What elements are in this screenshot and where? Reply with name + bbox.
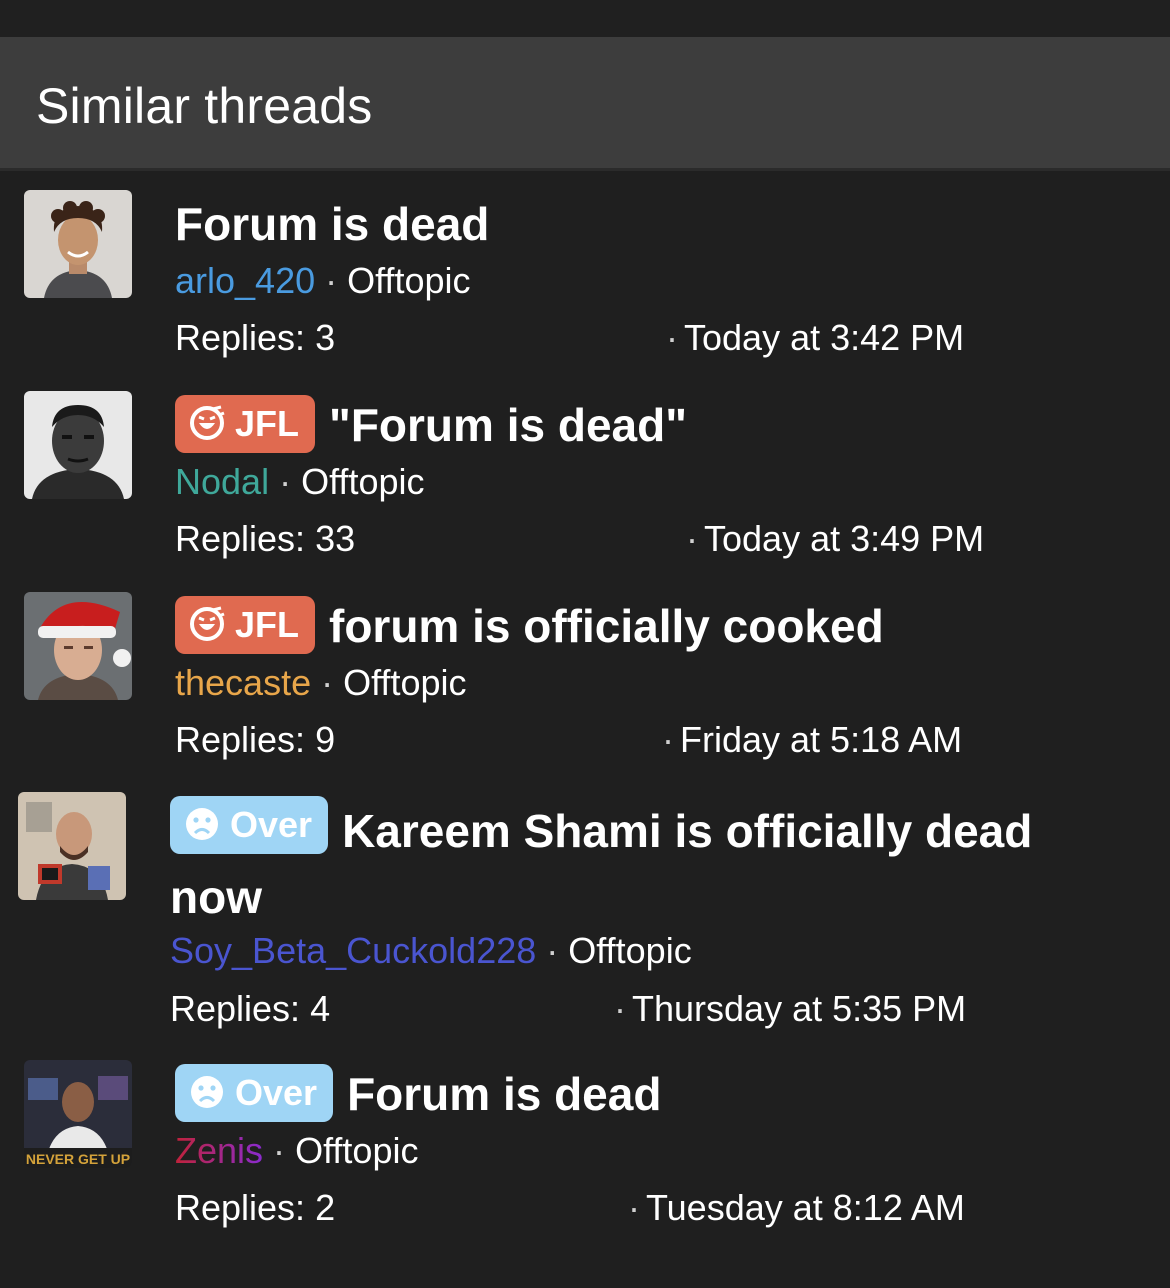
- thread-replies: Replies: 33: [175, 518, 356, 559]
- avatar[interactable]: [24, 391, 132, 499]
- label-jfl[interactable]: JFL: [175, 395, 316, 453]
- thread-author[interactable]: arlo_420: [175, 260, 315, 301]
- thread-date-text: Today at 3:49 PM: [704, 518, 985, 559]
- label-over[interactable]: Over: [170, 796, 329, 854]
- svg-text:NEVER GET UP: NEVER GET UP: [26, 1151, 130, 1167]
- thread-title[interactable]: Over Kareem Shami is officially dead now: [170, 796, 1130, 930]
- thread-forum[interactable]: Offtopic: [347, 260, 470, 301]
- thread-replies: Replies: 4: [170, 988, 331, 1029]
- thread-author[interactable]: Soy_Beta_Cuckold228: [170, 930, 536, 971]
- avatar[interactable]: [24, 592, 132, 700]
- date-separator: ·: [666, 317, 678, 358]
- thread-meta: Nodal · Offtopic: [175, 461, 425, 503]
- thread-forum[interactable]: Offtopic: [295, 1130, 418, 1171]
- thread-replies: Replies: 2: [175, 1187, 336, 1228]
- thread-meta: Zenis · Offtopic: [175, 1130, 418, 1172]
- thread-replies: Replies: 3: [175, 317, 336, 358]
- thread-title[interactable]: JFL forum is officially cooked: [175, 596, 884, 656]
- thread-replies: Replies: 9: [175, 719, 336, 760]
- thread-date: · Thursday at 5:35 PM: [614, 988, 966, 1030]
- thread-title[interactable]: JFL "Forum is dead": [175, 395, 687, 455]
- sad-face-icon: [191, 1076, 223, 1109]
- thread-forum[interactable]: Offtopic: [301, 461, 424, 502]
- date-separator: ·: [686, 518, 698, 559]
- meta-separator: ·: [321, 662, 334, 703]
- meta-separator: ·: [279, 461, 292, 502]
- thread-date: · Friday at 5:18 AM: [662, 719, 962, 761]
- laughing-face-icon: [190, 406, 225, 441]
- meta-separator: ·: [325, 260, 338, 301]
- thread-date-text: Friday at 5:18 AM: [680, 719, 963, 760]
- label-over[interactable]: Over: [175, 1064, 334, 1122]
- thread-date-text: Today at 3:42 PM: [684, 317, 965, 358]
- top-bar: [0, 0, 1170, 37]
- thread-title[interactable]: Over Forum is dead: [175, 1064, 661, 1124]
- avatar[interactable]: [24, 190, 132, 298]
- thread-author[interactable]: thecaste: [175, 662, 311, 703]
- thread-author[interactable]: Zenis: [175, 1130, 263, 1171]
- thread-date: · Today at 3:49 PM: [686, 518, 984, 560]
- date-separator: ·: [628, 1187, 640, 1228]
- thread-date-text: Thursday at 5:35 PM: [632, 988, 967, 1029]
- thread-meta: Soy_Beta_Cuckold228 · Offtopic: [170, 930, 692, 972]
- date-separator: ·: [662, 719, 674, 760]
- thread-forum[interactable]: Offtopic: [568, 930, 691, 971]
- thread-meta: thecaste · Offtopic: [175, 662, 467, 704]
- thread-forum[interactable]: Offtopic: [343, 662, 466, 703]
- meta-separator: ·: [273, 1130, 286, 1171]
- thread-author[interactable]: Nodal: [175, 461, 269, 502]
- thread-date-text: Tuesday at 8:12 AM: [646, 1187, 965, 1228]
- avatar[interactable]: NEVER GET UP: [24, 1060, 132, 1168]
- thread-meta: arlo_420 · Offtopic: [175, 260, 471, 302]
- thread-date: · Today at 3:42 PM: [666, 317, 964, 359]
- laughing-face-icon: [190, 607, 225, 642]
- section-title: Similar threads: [36, 78, 373, 134]
- thread-title[interactable]: Forum is dead: [175, 196, 489, 252]
- thread-date: · Tuesday at 8:12 AM: [628, 1187, 965, 1229]
- sad-face-icon: [186, 808, 218, 841]
- similar-threads-header: Similar threads: [0, 37, 1170, 171]
- date-separator: ·: [614, 988, 626, 1029]
- avatar[interactable]: [18, 792, 126, 900]
- meta-separator: ·: [546, 930, 559, 971]
- label-jfl[interactable]: JFL: [175, 596, 316, 654]
